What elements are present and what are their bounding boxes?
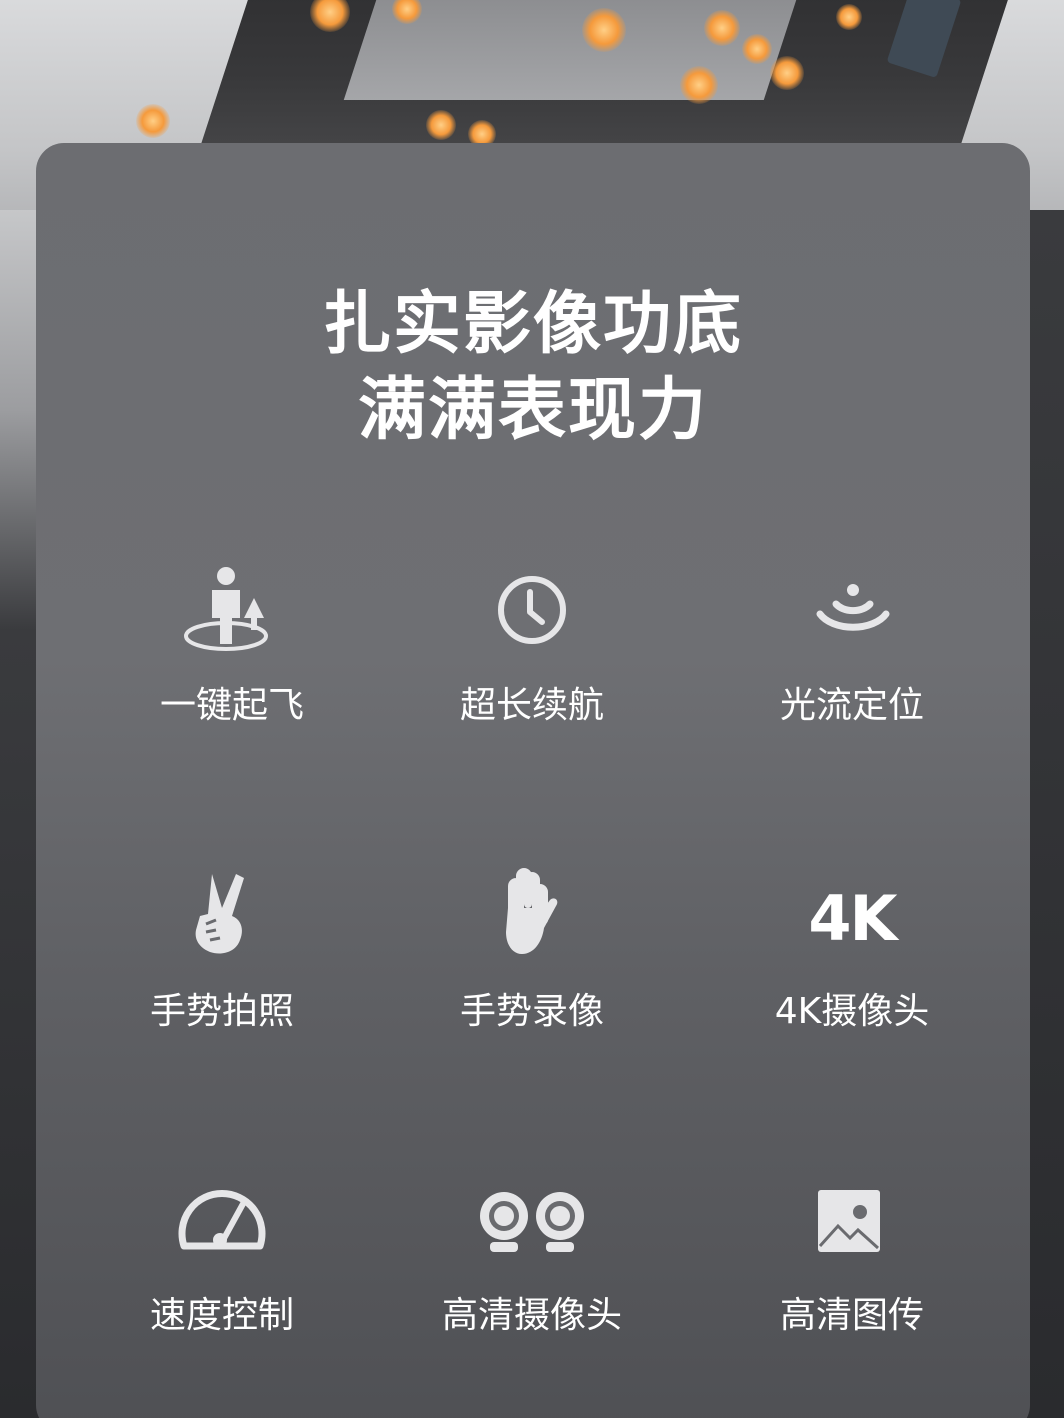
headline-line-2: 满满表现力 bbox=[357, 371, 708, 450]
bokeh-light bbox=[836, 4, 862, 30]
image-icon bbox=[802, 1172, 902, 1272]
bokeh-light bbox=[742, 34, 772, 64]
victory-hand-icon bbox=[172, 868, 272, 968]
open-palm-icon bbox=[482, 868, 582, 968]
feature-label: 手势拍照 bbox=[149, 991, 294, 1032]
dual-camera-icon bbox=[472, 1172, 592, 1272]
4k-icon: 4K bbox=[802, 868, 902, 968]
headline-line-1: 扎实影像功底 bbox=[322, 285, 743, 364]
clock-icon bbox=[482, 562, 582, 662]
bokeh-light bbox=[680, 66, 718, 104]
4k-badge: 4K bbox=[808, 881, 897, 955]
feature-label: 高清图传 bbox=[779, 1295, 924, 1336]
feature-gesture-photo: 手势拍照 bbox=[72, 868, 372, 1034]
feature-label: 手势录像 bbox=[459, 991, 604, 1032]
bokeh-light bbox=[136, 104, 170, 138]
feature-label: 4K摄像头 bbox=[774, 991, 930, 1032]
feature-gesture-video: 手势录像 bbox=[382, 868, 682, 1034]
right-backdrop bbox=[1024, 210, 1064, 1418]
one-key-takeoff-icon bbox=[182, 562, 282, 662]
feature-one-key-takeoff: 一键起飞 bbox=[82, 562, 382, 728]
feature-hd-transmission: 高清图传 bbox=[702, 1172, 1002, 1338]
bokeh-light bbox=[770, 56, 804, 90]
optical-flow-icon bbox=[802, 562, 902, 662]
feature-4k-camera: 4K 4K摄像头 bbox=[702, 868, 1002, 1034]
feature-label: 超长续航 bbox=[459, 685, 604, 726]
headline: 扎实影像功底 满满表现力 bbox=[36, 282, 1030, 454]
bokeh-light bbox=[704, 10, 740, 46]
feature-label: 一键起飞 bbox=[159, 685, 304, 726]
feature-label: 光流定位 bbox=[779, 685, 924, 726]
left-backdrop bbox=[0, 210, 36, 1418]
speedometer-icon bbox=[172, 1172, 272, 1272]
bokeh-light bbox=[426, 110, 456, 140]
feature-speed-control: 速度控制 bbox=[72, 1172, 372, 1338]
bokeh-light bbox=[582, 8, 626, 52]
feature-label: 速度控制 bbox=[149, 1295, 294, 1336]
feature-optical-flow: 光流定位 bbox=[702, 562, 1002, 728]
feature-label: 高清摄像头 bbox=[441, 1295, 622, 1336]
feature-hd-camera: 高清摄像头 bbox=[382, 1172, 682, 1338]
feature-long-endurance: 超长续航 bbox=[382, 562, 682, 728]
